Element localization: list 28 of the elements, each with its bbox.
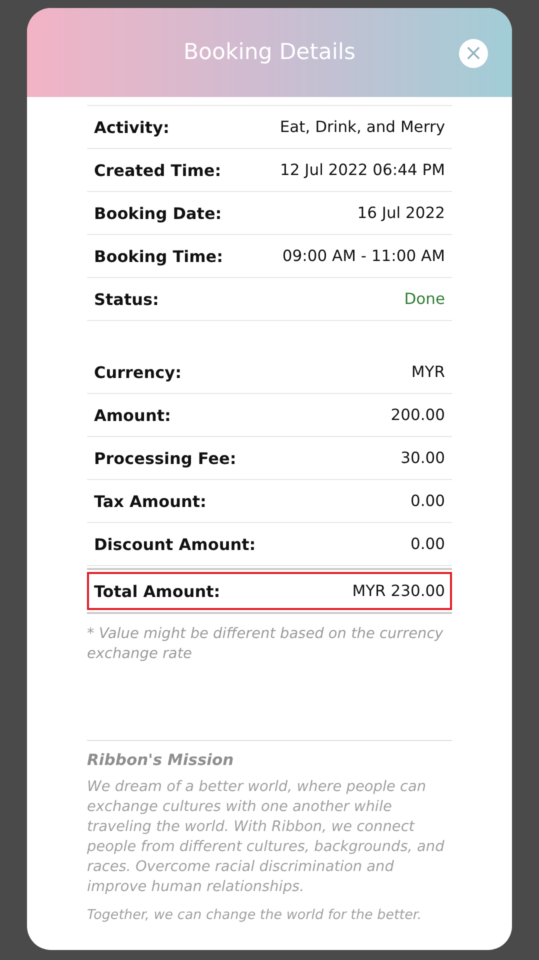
row-label: Amount: bbox=[94, 406, 171, 424]
mission-title: Ribbon's Mission bbox=[87, 751, 235, 769]
modal-title: Booking Details bbox=[183, 40, 356, 65]
total-value: MYR 230.00 bbox=[352, 582, 445, 600]
row-label: Activity: bbox=[94, 118, 170, 136]
row-label: Discount Amount: bbox=[94, 534, 256, 554]
mission-closing: Together, we can change the world for the better. bbox=[87, 906, 422, 925]
row-value: 30.00 bbox=[400, 449, 445, 467]
row-value: 0.00 bbox=[410, 535, 445, 553]
row-label: Booking Date: bbox=[94, 204, 222, 222]
row-value: Done bbox=[404, 290, 445, 308]
row-label: Booking Time: bbox=[94, 246, 224, 266]
row-value: Eat, Drink, and Merry bbox=[280, 118, 445, 136]
row-value: 16 Jul 2022 bbox=[357, 204, 445, 222]
row-value: MYR bbox=[411, 363, 445, 381]
row-label: Processing Fee: bbox=[94, 448, 236, 468]
row-value: 09:00 AM - 11:00 AM bbox=[282, 247, 445, 265]
row-label: Tax Amount: bbox=[94, 492, 206, 510]
row-label: Currency: bbox=[94, 362, 182, 382]
row-label: Status: bbox=[94, 290, 159, 308]
total-label: Total Amount: bbox=[94, 582, 220, 600]
row-label: Created Time: bbox=[94, 160, 222, 180]
row-value: 0.00 bbox=[410, 492, 445, 510]
row-value: 200.00 bbox=[390, 406, 445, 424]
close-button[interactable]: × bbox=[459, 39, 488, 68]
mission-text: We dream of a better world, where people can exchange cultures with one another while traveling the world. With Ribbon, we connect people from different cultures, backgrounds, and races. Overcome racial discrimination and improve human relationships. bbox=[87, 778, 446, 897]
disclaimer-note: * Value might be different based on the currency exchange rate bbox=[87, 625, 444, 664]
row-value: 12 Jul 2022 06:44 PM bbox=[280, 161, 445, 179]
